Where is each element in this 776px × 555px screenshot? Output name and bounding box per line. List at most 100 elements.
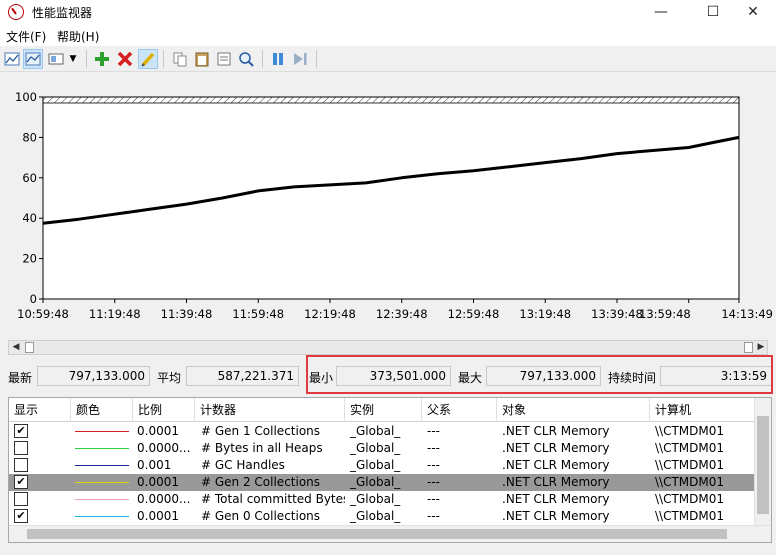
properties-button[interactable] — [214, 49, 234, 69]
view-log-data-button[interactable] — [46, 49, 66, 69]
cell-instance: _Global_ — [350, 475, 401, 489]
cell-computer: \\CTMDM01 — [655, 441, 725, 455]
column-header-counter[interactable]: 计数器 — [195, 398, 345, 422]
y-tick-label: 80 — [22, 130, 37, 144]
show-checkbox[interactable]: ✔ — [14, 475, 28, 489]
y-tick-label: 20 — [22, 252, 37, 266]
average-label: 平均 — [157, 371, 182, 385]
zoom-button[interactable] — [236, 49, 256, 69]
view-options-dropdown[interactable]: ▼ — [66, 49, 80, 69]
cell-parent: --- — [427, 509, 440, 523]
series-color-swatch — [75, 516, 129, 517]
menu-bar: 文件(F) 帮助(H) — [0, 26, 776, 46]
x-tick-label: 12:59:48 — [448, 307, 500, 321]
cell-counter: # Bytes in all Heaps — [201, 441, 323, 455]
x-tick-label: 11:39:48 — [161, 307, 213, 321]
scroll-right-arrow-icon[interactable]: ▶ — [754, 341, 768, 354]
cell-instance: _Global_ — [350, 509, 401, 523]
table-row[interactable]: ✔ 0.0001 # Gen 1 Collections _Global_ --- .NE… — [9, 423, 755, 440]
latest-label: 最新 — [8, 371, 33, 385]
highlight-button[interactable] — [138, 49, 158, 69]
view-current-activity-button[interactable] — [23, 49, 43, 69]
view-current-activity-icon — [25, 52, 41, 66]
counter-table: 显示 颜色 比例 计数器 实例 父系 对象 计算机 ✔ 0.0001 # Gen 1… — [8, 397, 772, 543]
y-tick-label: 40 — [22, 211, 37, 225]
column-header-show[interactable]: 显示 — [9, 398, 71, 422]
close-button[interactable]: ✕ — [730, 0, 776, 26]
cell-scale: 0.0000... — [137, 441, 191, 455]
cell-instance: _Global_ — [350, 492, 401, 506]
x-tick-label: 10:59:48 — [17, 307, 69, 321]
add-counter-button[interactable] — [92, 49, 112, 69]
perfmon-app-icon — [8, 4, 24, 20]
table-row[interactable]: 0.0000... # Total committed Bytes _Global_… — [9, 491, 755, 508]
show-checkbox[interactable] — [14, 441, 28, 455]
x-tick-label: 14:13:49 — [721, 307, 773, 321]
delete-counter-button[interactable] — [115, 49, 135, 69]
cell-object: .NET CLR Memory — [502, 441, 610, 455]
line-chart: 0 20 40 60 80 100 10:59:48 11:19:48 11:39:48 11:… — [15, 90, 773, 321]
cell-computer: \\CTMDM01 — [655, 492, 725, 506]
y-tick-label: 60 — [22, 171, 37, 185]
table-vertical-thumb[interactable] — [757, 416, 769, 514]
time-scrollbar[interactable]: ◀ ▶ — [8, 340, 768, 355]
show-checkbox[interactable] — [14, 492, 28, 506]
table-vertical-scrollbar[interactable] — [754, 398, 771, 526]
show-checkbox[interactable] — [14, 458, 28, 472]
show-checkbox[interactable]: ✔ — [14, 424, 28, 438]
show-checkbox[interactable]: ✔ — [14, 509, 28, 523]
column-header-color[interactable]: 颜色 — [71, 398, 133, 422]
freeze-display-button[interactable] — [268, 49, 288, 69]
column-header-computer[interactable]: 计算机 — [650, 398, 755, 422]
series-color-swatch — [75, 448, 129, 449]
series-color-swatch — [75, 465, 129, 466]
cell-scale: 0.0001 — [137, 475, 179, 489]
update-data-button[interactable] — [290, 49, 310, 69]
table-horizontal-scrollbar[interactable] — [9, 525, 771, 542]
y-tick-label: 100 — [15, 90, 37, 104]
table-row[interactable]: ✔ 0.0001 # Gen 0 Collections _Global_ --- .NE… — [9, 508, 755, 525]
table-horizontal-thumb[interactable] — [27, 529, 727, 539]
table-row[interactable]: 0.0000... # Bytes in all Heaps _Global_ ---… — [9, 440, 755, 457]
paste-counter-list-button[interactable] — [192, 49, 212, 69]
cell-parent: --- — [427, 424, 440, 438]
average-value: 587,221.371 — [186, 366, 299, 386]
update-data-icon — [294, 53, 307, 65]
table-row[interactable]: ✔ 0.0001 # Gen 2 Collections _Global_ --- .NE… — [9, 474, 755, 491]
x-tick-label: 11:59:48 — [232, 307, 284, 321]
column-header-scale[interactable]: 比例 — [133, 398, 195, 422]
scroll-left-thumb[interactable] — [25, 342, 34, 353]
cell-scale: 0.0001 — [137, 509, 179, 523]
copy-properties-button[interactable] — [170, 49, 190, 69]
cell-instance: _Global_ — [350, 458, 401, 472]
cell-instance: _Global_ — [350, 441, 401, 455]
freeze-display-icon — [273, 53, 283, 65]
change-graph-type-button[interactable] — [2, 49, 22, 69]
column-header-object[interactable]: 对象 — [497, 398, 650, 422]
cell-object: .NET CLR Memory — [502, 475, 610, 489]
cell-counter: # GC Handles — [201, 458, 285, 472]
cell-parent: --- — [427, 475, 440, 489]
x-tick-label: 12:19:48 — [304, 307, 356, 321]
cell-counter: # Gen 0 Collections — [201, 509, 321, 523]
cell-scale: 0.001 — [137, 458, 172, 472]
column-header-parent[interactable]: 父系 — [422, 398, 497, 422]
menu-file[interactable]: 文件(F) — [6, 28, 46, 45]
cell-counter: # Gen 1 Collections — [201, 424, 321, 438]
paste-counter-list-icon — [195, 52, 209, 67]
menu-help[interactable]: 帮助(H) — [57, 28, 99, 45]
zoom-icon — [239, 52, 254, 67]
stats-highlight-annotation — [306, 355, 773, 394]
cell-parent: --- — [427, 441, 440, 455]
add-icon — [95, 52, 109, 66]
cell-computer: \\CTMDM01 — [655, 509, 725, 523]
column-header-instance[interactable]: 实例 — [345, 398, 422, 422]
overflow-hatch — [42, 96, 740, 104]
table-row[interactable]: 0.001 # GC Handles _Global_ --- .NET CLR Mem… — [9, 457, 755, 474]
copy-properties-icon — [173, 52, 187, 67]
toolbar: ▼ — [0, 46, 776, 72]
scroll-left-arrow-icon[interactable]: ◀ — [9, 341, 23, 354]
scroll-right-thumb[interactable] — [744, 342, 753, 353]
minimize-button[interactable]: — — [638, 0, 684, 26]
y-tick-label: 0 — [30, 292, 37, 306]
